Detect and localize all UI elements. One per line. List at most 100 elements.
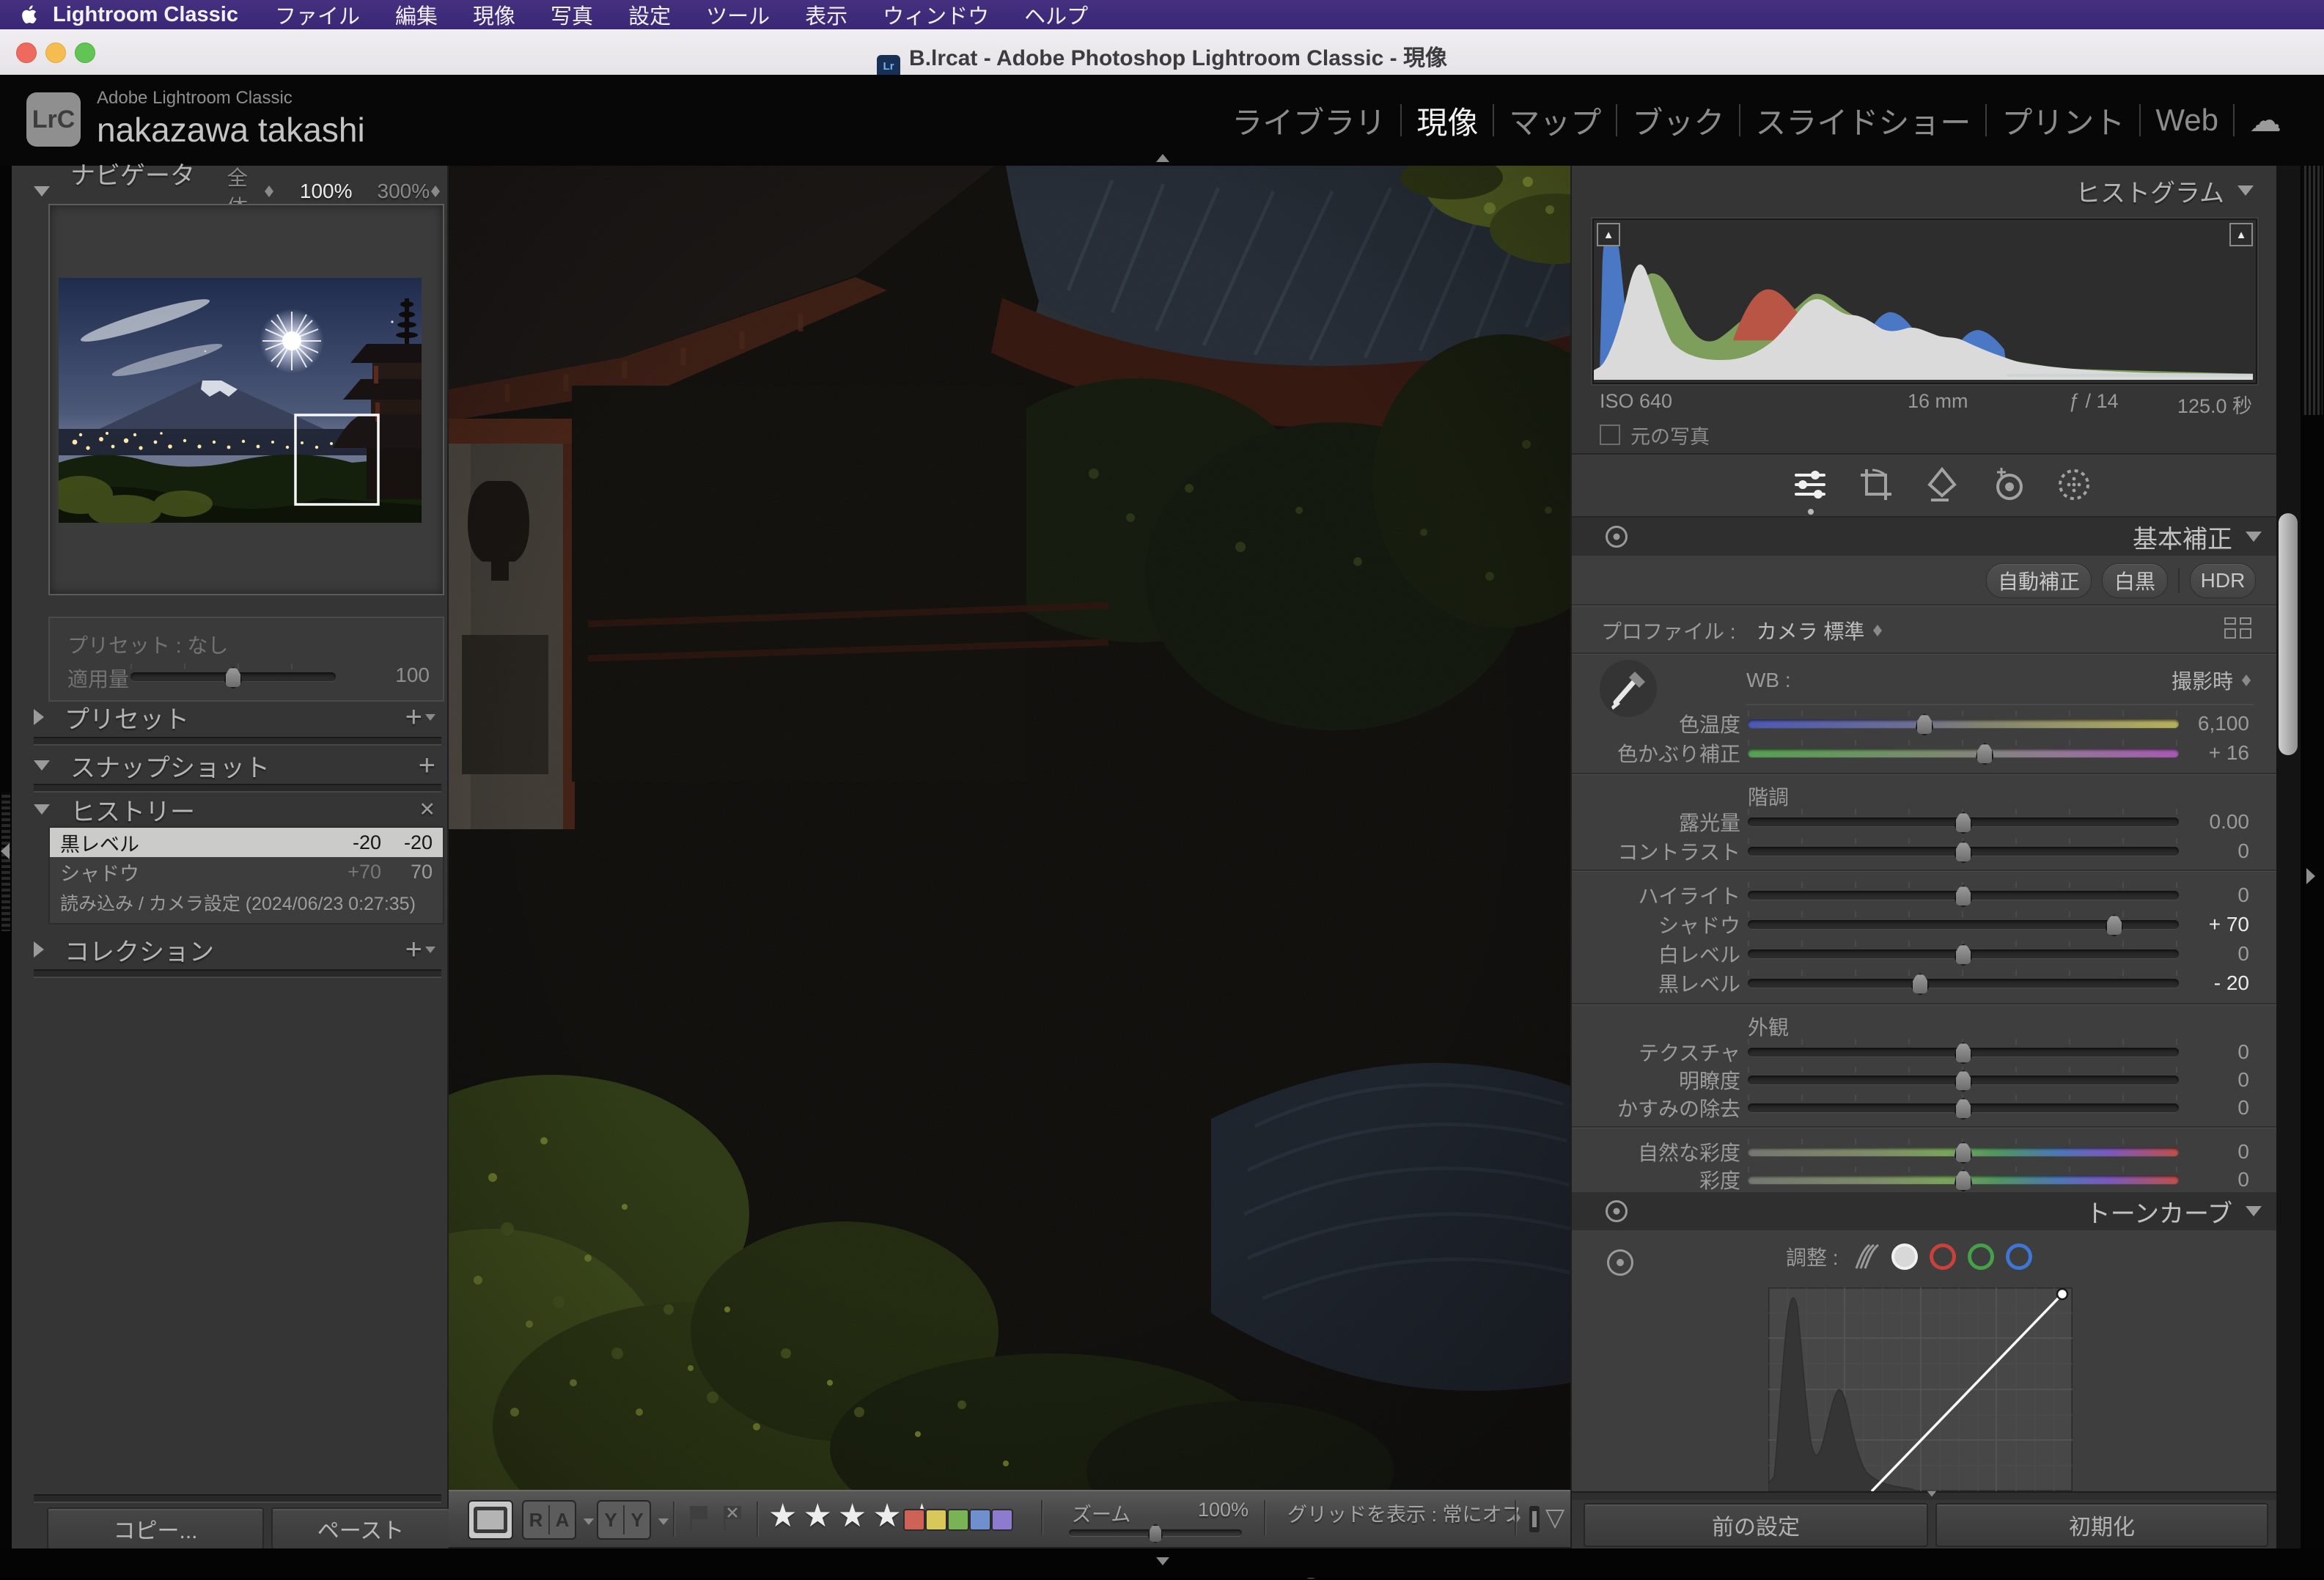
- compare-dropdown-arrow[interactable]: [584, 1518, 594, 1525]
- slider-value[interactable]: 0: [2179, 1096, 2249, 1120]
- clear-history-button[interactable]: ✕: [419, 798, 435, 821]
- point-curve-channel[interactable]: [1891, 1243, 1918, 1270]
- shadow-clipping-indicator[interactable]: ▲: [1597, 223, 1620, 246]
- slider-thumb[interactable]: [1955, 1042, 1972, 1064]
- slider-thumb[interactable]: [1955, 1098, 1972, 1120]
- slider-value[interactable]: + 70: [2179, 913, 2249, 936]
- menu-item-photo[interactable]: 写真: [533, 0, 611, 30]
- blue-channel[interactable]: [2006, 1243, 2032, 1270]
- healing-tool[interactable]: [1924, 466, 1960, 503]
- histogram[interactable]: ▲ ▲: [1592, 218, 2257, 384]
- stepper-icon[interactable]: [2240, 669, 2254, 691]
- slider-thumb[interactable]: [1955, 1142, 1972, 1164]
- highlights-slider-track[interactable]: [1748, 891, 2179, 900]
- menu-item-help[interactable]: ヘルプ: [1007, 0, 1106, 30]
- panel-toggle-eye-icon[interactable]: [1606, 526, 1628, 548]
- slider-thumb[interactable]: [1955, 885, 1972, 907]
- slider-thumb[interactable]: [1955, 944, 1972, 966]
- previous-settings-button[interactable]: 前の設定: [1584, 1503, 1928, 1547]
- slider-value[interactable]: 6,100: [2179, 712, 2249, 735]
- module-map[interactable]: マップ: [1494, 98, 1616, 143]
- whites-slider-track[interactable]: [1748, 949, 2179, 958]
- dehaze-slider-track[interactable]: [1748, 1103, 2179, 1112]
- color-label-red[interactable]: [903, 1509, 925, 1531]
- profile-browser-grid-icon[interactable]: [2224, 617, 2251, 639]
- module-book[interactable]: ブック: [1617, 98, 1739, 143]
- highlight-clipping-indicator[interactable]: ▲: [2229, 223, 2253, 246]
- image-canvas[interactable]: [449, 166, 1570, 1490]
- slider-value[interactable]: - 20: [2179, 971, 2249, 995]
- identity-plate-name[interactable]: nakazawa takashi: [97, 110, 365, 150]
- navigator-thumbnail[interactable]: [59, 278, 422, 523]
- stepper-icon[interactable]: [1872, 620, 1885, 642]
- module-slideshow[interactable]: スライドショー: [1740, 98, 1985, 143]
- texture-slider-track[interactable]: [1748, 1048, 2179, 1057]
- history-item-shadows[interactable]: シャドウ +70 70: [50, 857, 443, 886]
- module-web[interactable]: Web: [2141, 103, 2233, 138]
- collections-section-header[interactable]: コレクション +: [34, 933, 441, 966]
- navigator-zoom-100[interactable]: 100%: [300, 180, 353, 203]
- amount-value[interactable]: 100: [395, 664, 430, 687]
- stepper-icon[interactable]: [263, 180, 275, 202]
- survey-dropdown-arrow[interactable]: [658, 1518, 669, 1525]
- right-panel-scrollbar-thumb[interactable]: [2279, 513, 2298, 755]
- basic-panel-header[interactable]: 基本補正: [1572, 518, 2278, 556]
- histogram-header[interactable]: ヒストグラム: [1572, 172, 2254, 210]
- pick-flag-icon[interactable]: [688, 1504, 710, 1531]
- navigator-zoom-300[interactable]: 300%: [378, 180, 430, 203]
- right-panel-scrollbar-track[interactable]: [2276, 166, 2301, 1548]
- slider-thumb[interactable]: [1955, 841, 1972, 863]
- history-item-blacks[interactable]: 黒レベル -20 -20: [50, 828, 443, 857]
- paste-settings-button[interactable]: ペースト: [271, 1507, 450, 1550]
- navigator-preview[interactable]: [48, 204, 444, 595]
- hdr-button[interactable]: HDR: [2190, 563, 2256, 598]
- slider-thumb[interactable]: [2106, 914, 2123, 936]
- module-develop[interactable]: 現像: [1402, 98, 1493, 143]
- history-section-header[interactable]: ヒストリー ✕: [34, 793, 441, 826]
- reject-flag-icon[interactable]: [721, 1504, 743, 1531]
- slider-thumb[interactable]: [1916, 713, 1933, 735]
- slider-thumb[interactable]: [1955, 1070, 1972, 1092]
- slider-value[interactable]: 0: [2179, 1068, 2249, 1092]
- color-label-blue[interactable]: [969, 1509, 991, 1531]
- collapse-right-panel-arrow[interactable]: [2306, 868, 2315, 884]
- slider-value[interactable]: 0: [2179, 883, 2249, 907]
- snapshots-section-header[interactable]: スナップショット +: [34, 749, 441, 782]
- black-white-button[interactable]: 白黒: [2102, 563, 2168, 598]
- menu-item-view[interactable]: 表示: [787, 0, 865, 30]
- slider-value[interactable]: 0: [2179, 1140, 2249, 1164]
- menu-item-tools[interactable]: ツール: [688, 0, 787, 30]
- slider-value[interactable]: 0: [2179, 839, 2249, 863]
- add-preset-button[interactable]: +: [405, 706, 422, 728]
- grid-overlay-label[interactable]: グリッドを表示 : 常にオフ: [1287, 1499, 1522, 1527]
- tone-curve-header[interactable]: トーンカーブ: [1572, 1192, 2278, 1230]
- parametric-curve-icon[interactable]: [1850, 1242, 1880, 1271]
- original-photo-checkbox[interactable]: [1600, 425, 1620, 445]
- presets-section-header[interactable]: プリセット +: [34, 700, 441, 734]
- tint-slider-track[interactable]: [1748, 749, 2179, 757]
- collapse-top-panel-arrow[interactable]: [1156, 154, 1169, 162]
- module-library[interactable]: ライブラリ: [1217, 98, 1400, 143]
- menu-app-name[interactable]: Lightroom Classic: [40, 3, 257, 27]
- stepper-icon[interactable]: [430, 180, 441, 202]
- loupe-view-button[interactable]: [468, 1500, 513, 1540]
- color-label-green[interactable]: [947, 1509, 969, 1531]
- blacks-slider-track[interactable]: [1748, 979, 2179, 988]
- slider-thumb[interactable]: [1976, 743, 1993, 765]
- amount-slider[interactable]: [130, 672, 336, 681]
- targeted-adjustment-icon[interactable]: [1607, 1249, 1633, 1276]
- temp-slider-track[interactable]: [1748, 719, 2179, 728]
- slider-thumb[interactable]: [1955, 812, 1972, 834]
- collapse-bottom-panel-arrow[interactable]: [1156, 1557, 1169, 1565]
- auto-tone-button[interactable]: 自動補正: [1986, 563, 2092, 598]
- collapse-left-panel-arrow[interactable]: [1, 843, 10, 859]
- module-print[interactable]: プリント: [1987, 98, 2139, 143]
- shadows-slider-track[interactable]: [1748, 920, 2179, 929]
- slider-value[interactable]: + 16: [2179, 741, 2249, 765]
- menu-item-edit[interactable]: 編集: [378, 0, 455, 30]
- menu-item-settings[interactable]: 設定: [611, 0, 688, 30]
- green-channel[interactable]: [1968, 1243, 1994, 1270]
- cloud-sync-icon[interactable]: ☁: [2235, 102, 2281, 139]
- contrast-slider-track[interactable]: [1748, 847, 2179, 856]
- saturation-slider-track[interactable]: [1748, 1175, 2179, 1184]
